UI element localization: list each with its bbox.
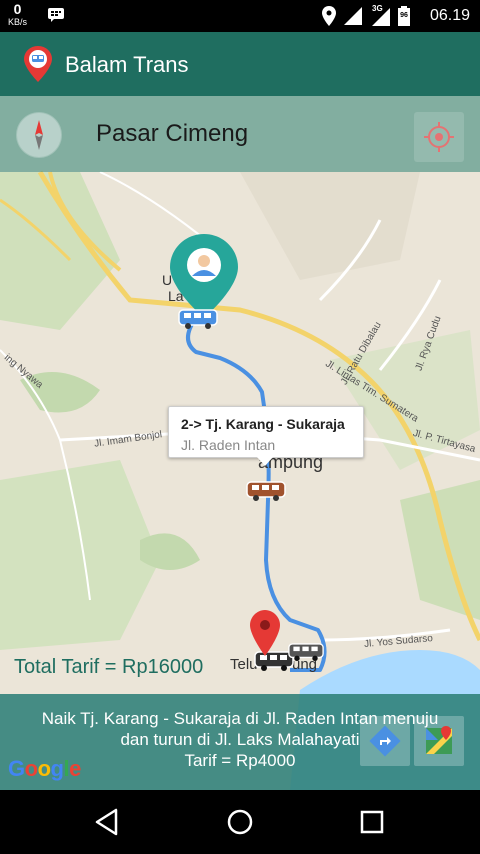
search-bar[interactable]: Pasar Cimeng: [0, 96, 480, 172]
callout-title: 2-> Tj. Karang - Sukaraja: [181, 416, 345, 432]
battery-icon: 96: [398, 6, 410, 26]
signal-3g-icon: 3G: [370, 4, 390, 26]
destination-pin-icon[interactable]: [250, 610, 280, 656]
google-maps-icon: [426, 726, 452, 754]
location-icon: [322, 6, 336, 26]
bbm-icon: [48, 8, 64, 22]
google-letter-e: e: [69, 756, 81, 781]
bus-start-icon: [178, 309, 218, 329]
callout-subtitle: Jl. Raden Intan: [181, 437, 276, 453]
start-marker-icon[interactable]: [170, 234, 238, 318]
home-icon[interactable]: [226, 808, 254, 836]
my-location-icon[interactable]: [414, 112, 464, 162]
signal-icon: [344, 7, 362, 25]
directions-icon: [369, 725, 401, 757]
back-icon[interactable]: [94, 808, 120, 836]
directions-button[interactable]: [360, 716, 410, 766]
clock: 06.19: [429, 7, 470, 24]
app-logo-icon: [24, 46, 52, 82]
recents-icon[interactable]: [360, 810, 384, 834]
google-letter-o1: o: [24, 756, 38, 781]
status-icons: 3G 96: [322, 4, 410, 26]
bus-stop-callout[interactable]: 2-> Tj. Karang - Sukaraja Jl. Raden Inta…: [168, 406, 364, 466]
compass-icon[interactable]: [16, 112, 62, 158]
place-name[interactable]: Pasar Cimeng: [96, 120, 248, 148]
app-bar: Balam Trans: [0, 32, 480, 96]
app-title: Balam Trans: [65, 52, 189, 77]
open-maps-button[interactable]: [414, 716, 464, 766]
network-speed-value: 0: [13, 1, 22, 17]
google-letter-o2: o: [37, 756, 51, 781]
network-speed-unit: KB/s: [8, 17, 28, 27]
battery-level: 96: [400, 12, 408, 19]
google-letter-g: G: [8, 756, 25, 781]
total-tarif: Total Tarif = Rp16000: [14, 656, 204, 678]
bus-midway-icon: [246, 481, 286, 501]
network-speed: 0 KB/s: [8, 1, 28, 29]
google-letter-g2: g: [50, 756, 64, 781]
google-logo: Google: [8, 756, 81, 782]
bus-transfer-icon: [288, 643, 324, 661]
status-bar: 0 KB/s 3G 96 06.19: [0, 0, 480, 32]
system-nav-bar: [0, 790, 480, 854]
